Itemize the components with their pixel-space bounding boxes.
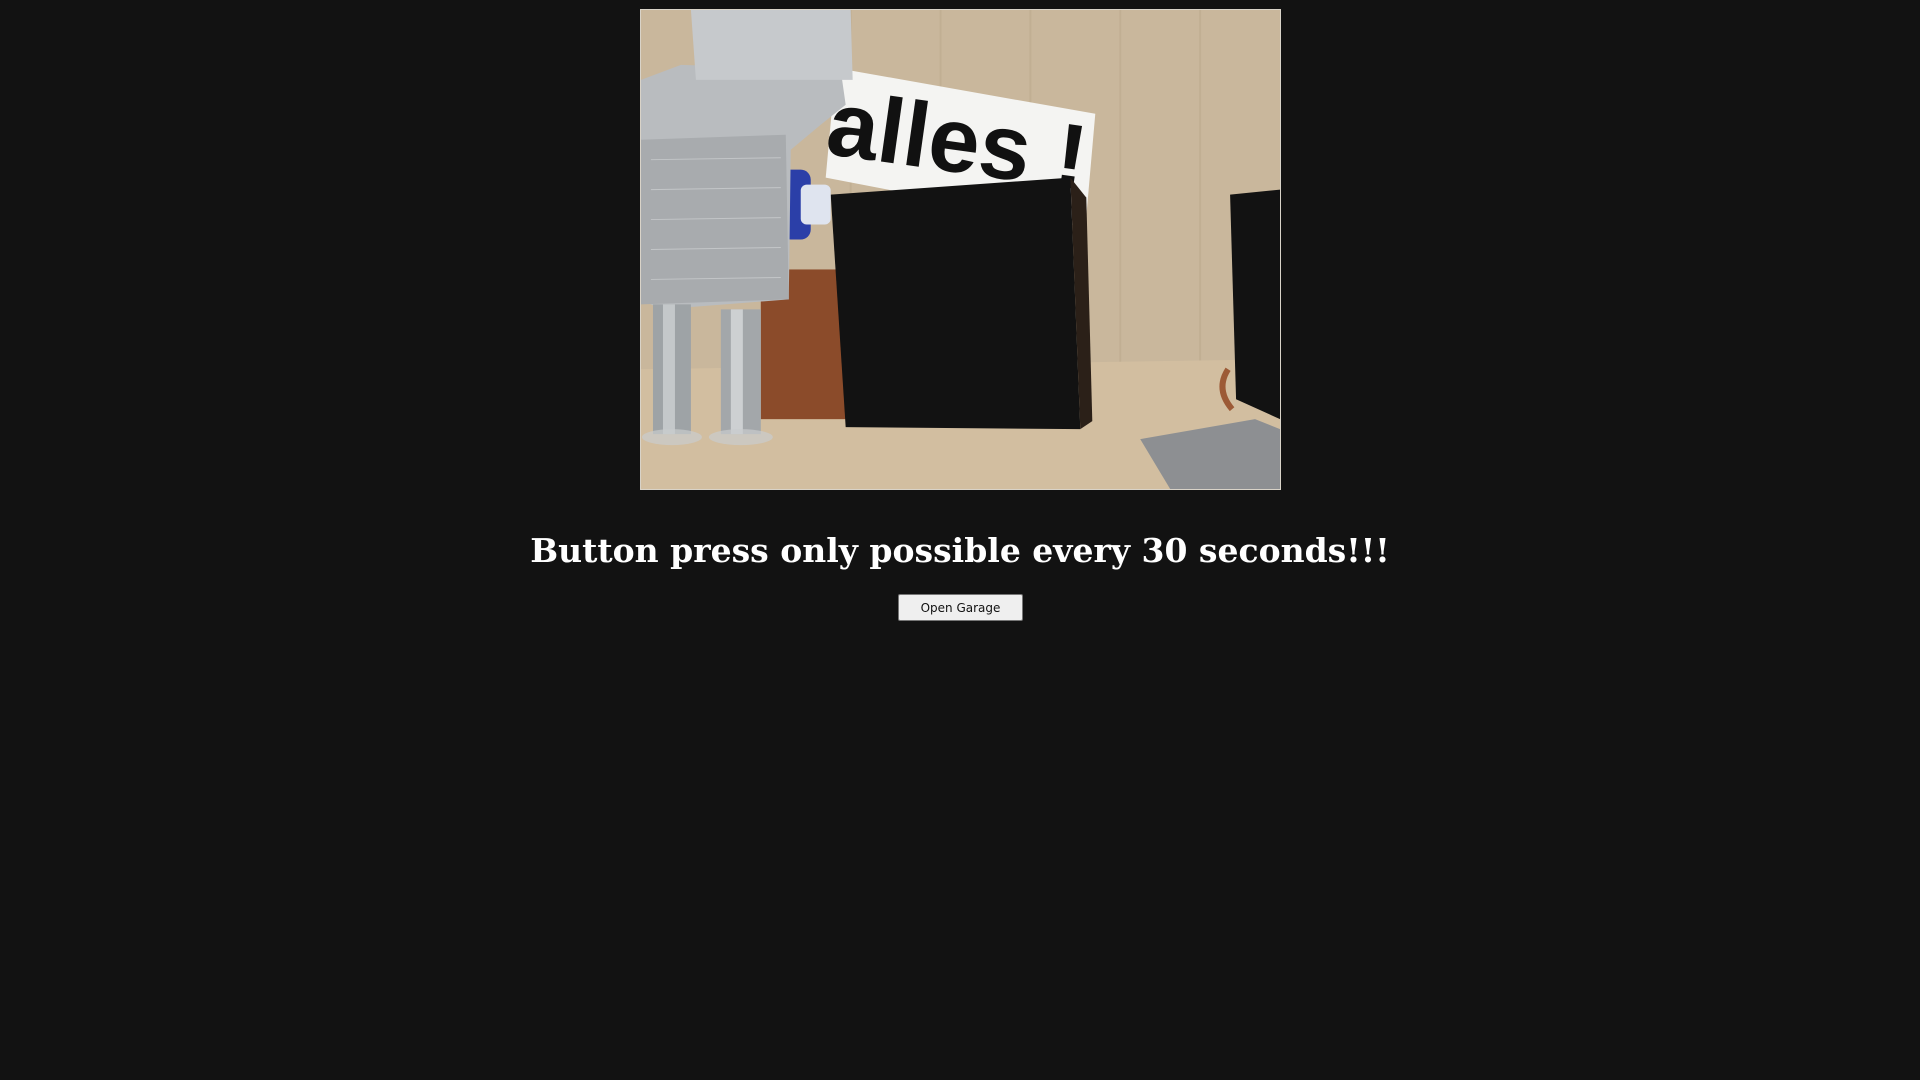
camera-stream: alles !: [640, 9, 1281, 490]
open-garage-button[interactable]: Open Garage: [898, 594, 1023, 621]
camera-image: alles !: [641, 10, 1280, 489]
page: alles ! Button press only possible every…: [0, 0, 1920, 1080]
page-title: Button press only possible every 30 seco…: [530, 531, 1390, 570]
